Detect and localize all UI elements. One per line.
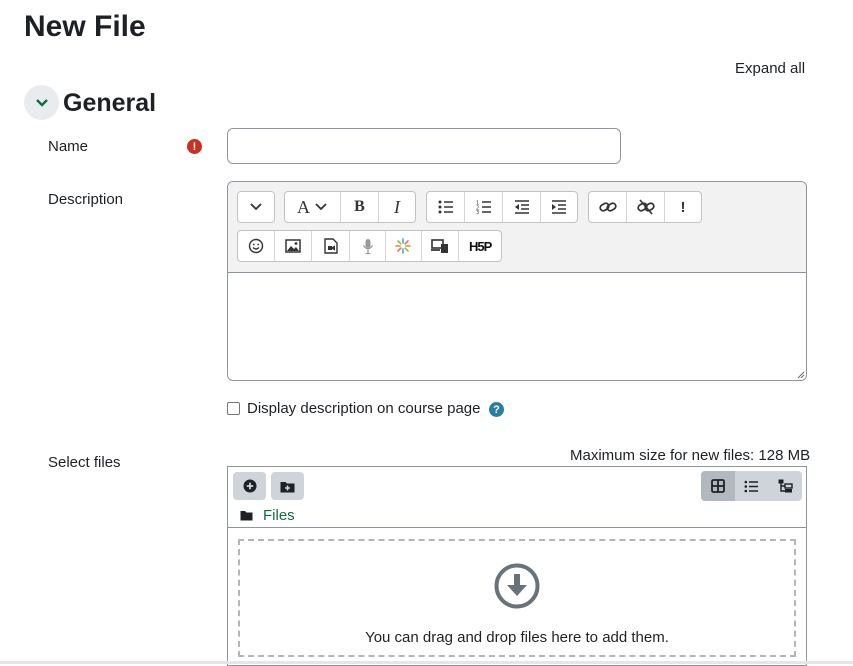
record-audio-icon bbox=[362, 238, 373, 254]
folder-icon bbox=[240, 511, 253, 521]
emoji-button[interactable] bbox=[238, 231, 275, 261]
link-button[interactable] bbox=[589, 192, 627, 222]
record-audio-button[interactable] bbox=[350, 231, 386, 261]
file-path-breadcrumb: Files bbox=[240, 507, 295, 524]
expand-all-link[interactable]: Expand all bbox=[735, 60, 805, 77]
outdent-icon bbox=[514, 200, 529, 214]
toolbar-group-collapse bbox=[237, 191, 275, 223]
toolbar-group-links: ! bbox=[588, 191, 702, 223]
image-button[interactable] bbox=[275, 231, 313, 261]
manage-files-icon bbox=[430, 239, 448, 253]
chevron-down-icon bbox=[250, 203, 262, 211]
h5p-icon: H5P bbox=[469, 238, 492, 254]
grid-icon bbox=[710, 479, 725, 493]
download-arrow-icon bbox=[494, 563, 540, 609]
files-folder-link[interactable]: Files bbox=[263, 507, 295, 524]
accessibility-checker-icon: ! bbox=[680, 198, 686, 216]
emoji-icon bbox=[248, 238, 264, 254]
accessibility-checker-button[interactable]: ! bbox=[665, 192, 701, 222]
collapse-toolbar-button[interactable] bbox=[238, 192, 274, 222]
link-icon bbox=[598, 202, 617, 212]
media-icon bbox=[324, 238, 338, 254]
file-manager: Files You can drag and drop files here t… bbox=[227, 466, 807, 666]
unlink-icon bbox=[636, 199, 655, 215]
indent-button[interactable] bbox=[541, 192, 577, 222]
toolbar-group-style: A B I bbox=[284, 191, 416, 223]
file-drop-zone[interactable]: You can drag and drop files here to add … bbox=[238, 539, 796, 657]
bold-icon: B bbox=[354, 198, 365, 215]
toolbar-group-lists: 123 bbox=[426, 191, 578, 223]
italic-icon: I bbox=[394, 196, 400, 217]
file-manager-divider bbox=[228, 527, 806, 528]
record-video-icon bbox=[395, 238, 412, 254]
list-icon bbox=[744, 480, 758, 492]
unordered-list-icon bbox=[438, 200, 453, 214]
font-style-button[interactable]: A bbox=[285, 192, 341, 222]
display-description-label[interactable]: Display description on course page bbox=[247, 400, 480, 417]
plus-circle-icon bbox=[243, 479, 256, 493]
view-switcher bbox=[701, 471, 802, 501]
media-button[interactable] bbox=[312, 231, 351, 261]
ordered-list-icon: 123 bbox=[476, 201, 491, 214]
icons-view-button[interactable] bbox=[701, 471, 735, 501]
unlink-button[interactable] bbox=[627, 192, 665, 222]
folder-tree-icon bbox=[778, 479, 793, 493]
manage-files-button[interactable] bbox=[422, 231, 460, 261]
description-editor-content[interactable] bbox=[228, 273, 806, 380]
page-title: New File bbox=[24, 10, 146, 43]
folder-plus-icon bbox=[280, 481, 295, 492]
chevron-down-icon bbox=[315, 203, 327, 211]
max-file-size: Maximum size for new files: 128 MB bbox=[570, 447, 811, 464]
help-icon[interactable]: ? bbox=[489, 402, 504, 417]
name-input[interactable] bbox=[227, 128, 621, 164]
record-video-button[interactable] bbox=[386, 231, 422, 261]
italic-button[interactable]: I bbox=[379, 192, 415, 222]
add-file-button[interactable] bbox=[233, 472, 266, 500]
create-folder-button[interactable] bbox=[271, 472, 304, 500]
section-title: General bbox=[63, 89, 157, 117]
toolbar-group-insert: H5P bbox=[237, 230, 502, 262]
outdent-button[interactable] bbox=[503, 192, 541, 222]
image-icon bbox=[285, 239, 301, 253]
name-label: Name bbox=[48, 138, 89, 155]
display-description-checkbox[interactable] bbox=[227, 402, 240, 415]
h5p-button[interactable]: H5P bbox=[459, 231, 501, 261]
svg-text:3: 3 bbox=[476, 210, 479, 214]
description-editor: A B I 123 ! H5P bbox=[227, 181, 807, 381]
section-collapse-button[interactable] bbox=[24, 85, 59, 120]
editor-toolbar: A B I 123 ! H5P bbox=[228, 182, 806, 273]
font-style-icon: A bbox=[297, 196, 310, 217]
unordered-list-button[interactable] bbox=[427, 192, 465, 222]
description-label: Description bbox=[48, 191, 124, 208]
resize-handle-icon[interactable] bbox=[796, 370, 805, 379]
indent-icon bbox=[552, 200, 566, 214]
required-icon: ! bbox=[187, 139, 202, 154]
tree-view-button[interactable] bbox=[768, 471, 802, 501]
bold-button[interactable]: B bbox=[341, 192, 379, 222]
chevron-down-icon bbox=[35, 98, 48, 107]
drop-zone-text: You can drag and drop files here to add … bbox=[365, 629, 669, 646]
select-files-label: Select files bbox=[48, 454, 121, 471]
ordered-list-button[interactable]: 123 bbox=[465, 192, 503, 222]
list-view-button[interactable] bbox=[735, 471, 769, 501]
